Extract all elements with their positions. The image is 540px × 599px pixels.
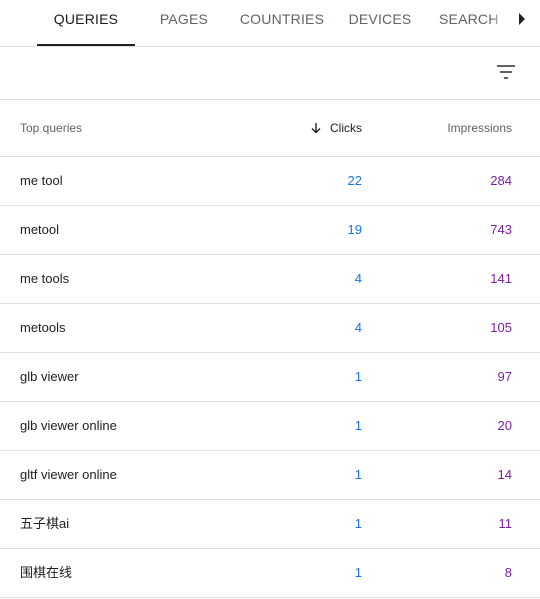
tab-devices[interactable]: DEVICES: [343, 0, 417, 46]
tab-queries[interactable]: QUERIES: [37, 0, 135, 46]
query-cell: metool: [20, 222, 60, 237]
impressions-cell: 8: [504, 565, 512, 580]
filter-icon: [497, 65, 515, 79]
clicks-cell: 1: [354, 467, 362, 482]
tab-countries[interactable]: COUNTRIES: [237, 0, 327, 46]
clicks-cell: 1: [354, 516, 362, 531]
table-row[interactable]: 围棋在线 1 8: [0, 549, 540, 598]
impressions-cell: 97: [497, 369, 512, 384]
tab-search-appearance[interactable]: SEARCH APPEARANCE: [439, 0, 504, 46]
column-header-top-queries: Top queries: [20, 121, 83, 135]
query-cell: 五子棋ai: [20, 516, 70, 531]
impressions-cell: 141: [490, 271, 512, 286]
column-header-impressions[interactable]: Impressions: [447, 100, 512, 156]
table-row[interactable]: gltf viewer online 1 14: [0, 451, 540, 500]
queries-table: Top queries Clicks Impressions me tool 22…: [0, 100, 540, 598]
impressions-cell: 14: [497, 467, 512, 482]
filter-button[interactable]: [494, 60, 518, 84]
table-row[interactable]: me tools 4 141: [0, 255, 540, 304]
query-cell: me tools: [20, 271, 70, 286]
clicks-cell: 4: [354, 320, 362, 335]
clicks-cell: 1: [354, 565, 362, 580]
table-row[interactable]: metools 4 105: [0, 304, 540, 353]
clicks-cell: 1: [354, 369, 362, 384]
query-cell: gltf viewer online: [20, 467, 117, 482]
table-toolbar: [0, 47, 540, 100]
impressions-cell: 11: [498, 516, 513, 531]
clicks-cell: 1: [354, 418, 362, 433]
impressions-cell: 105: [490, 320, 512, 335]
query-cell: glb viewer: [20, 369, 79, 384]
impressions-cell: 284: [490, 173, 512, 188]
tab-bar: QUERIES PAGES COUNTRIES DEVICES SEARCH A…: [0, 0, 540, 47]
table-row[interactable]: me tool 22 284: [0, 157, 540, 206]
clicks-cell: 22: [347, 173, 362, 188]
query-cell: me tool: [20, 173, 63, 188]
query-cell: glb viewer online: [20, 418, 117, 433]
table-header: Top queries Clicks Impressions: [0, 100, 540, 157]
table-row[interactable]: metool 19 743: [0, 206, 540, 255]
query-cell: 围棋在线: [20, 565, 73, 580]
impressions-cell: 743: [490, 222, 512, 237]
tab-pages[interactable]: PAGES: [147, 0, 221, 46]
arrow-right-icon: [519, 13, 525, 25]
arrow-down-icon: [311, 123, 321, 134]
clicks-cell: 4: [354, 271, 362, 286]
tab-scroll-right-button[interactable]: [504, 0, 540, 46]
query-cell: metools: [20, 320, 66, 335]
column-header-clicks-label: Clicks: [330, 121, 362, 135]
table-row[interactable]: glb viewer 1 97: [0, 353, 540, 402]
column-header-clicks[interactable]: Clicks: [310, 100, 362, 156]
impressions-cell: 20: [497, 418, 512, 433]
table-row[interactable]: glb viewer online 1 20: [0, 402, 540, 451]
table-row[interactable]: 五子棋ai 1 11: [0, 500, 540, 549]
clicks-cell: 19: [347, 222, 362, 237]
